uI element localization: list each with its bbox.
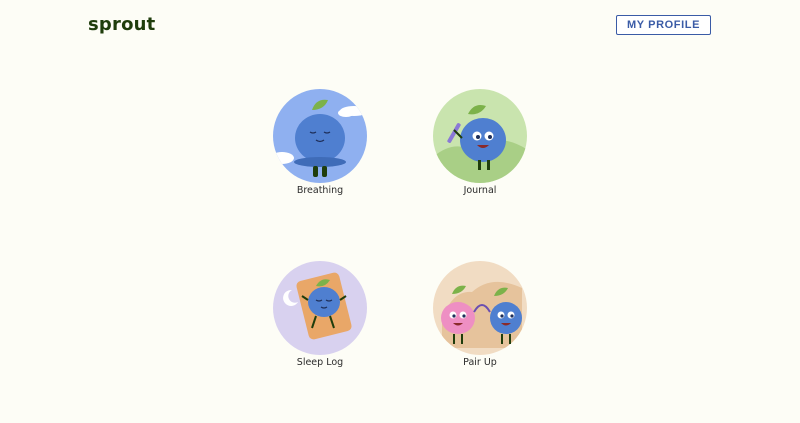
activity-label: Breathing: [296, 185, 344, 196]
sleeping-blueberry-icon: [273, 261, 367, 355]
meditating-blueberry-icon: [273, 89, 367, 183]
sprout-logo[interactable]: sprout: [88, 14, 155, 35]
activity-pair-up[interactable]: Pair Up: [425, 260, 535, 368]
activity-label: Sleep Log: [296, 357, 344, 368]
paired-berries-icon: [433, 261, 527, 355]
activity-sleep-log[interactable]: Sleep Log: [265, 260, 375, 368]
activity-journal[interactable]: Journal: [425, 88, 535, 196]
journaling-blueberry-icon: [433, 89, 527, 183]
activity-breathing[interactable]: Breathing: [265, 88, 375, 196]
activity-label: Pair Up: [463, 357, 497, 368]
my-profile-button[interactable]: MY PROFILE: [616, 15, 711, 35]
logo-text: sprout: [88, 14, 156, 35]
activity-label: Journal: [463, 185, 497, 196]
